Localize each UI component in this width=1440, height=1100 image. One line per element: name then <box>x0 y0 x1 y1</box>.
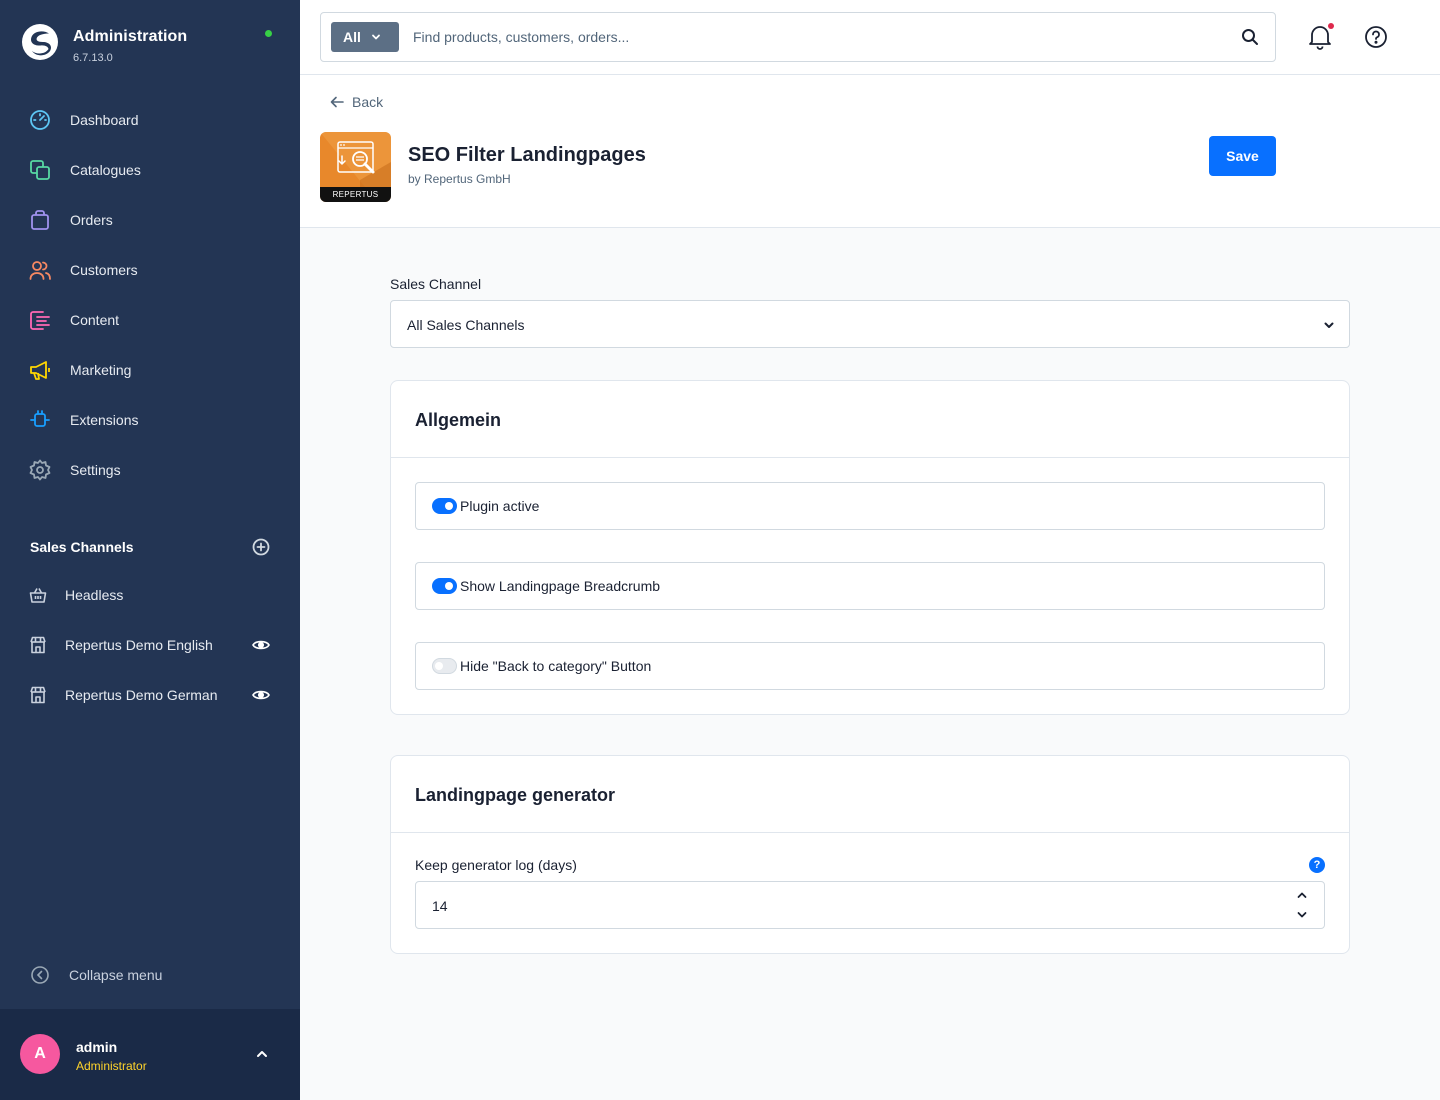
sales-channel-select-value: All Sales Channels <box>407 317 525 333</box>
brand[interactable]: Administration 6.7.13.0 <box>22 24 187 64</box>
plugin-icon: REPERTUS <box>320 132 391 202</box>
basket-icon <box>29 588 47 603</box>
card-divider <box>391 457 1349 458</box>
setting-hide-back-button: Hide "Back to category" Button <box>415 642 1325 690</box>
brand-title: Administration <box>73 28 188 45</box>
plugin-title: SEO Filter Landingpages <box>408 144 646 166</box>
nav-item-extensions[interactable]: Extensions <box>0 395 300 445</box>
search-type-label: All <box>343 29 361 45</box>
main-nav: Dashboard Catalogues Orders Customers Co… <box>0 95 300 495</box>
nav-item-orders[interactable]: Orders <box>0 195 300 245</box>
nav-item-settings[interactable]: Settings <box>0 445 300 495</box>
chevron-up-icon[interactable] <box>255 1047 269 1061</box>
marketing-icon <box>29 359 51 381</box>
user-menu[interactable]: A admin Administrator <box>0 1009 300 1100</box>
card-title: Landingpage generator <box>415 785 616 805</box>
nav-item-marketing[interactable]: Marketing <box>0 345 300 395</box>
global-search: All <box>320 12 1276 62</box>
user-role: Administrator <box>76 1059 147 1073</box>
notification-dot <box>1328 23 1334 29</box>
setting-label: Plugin active <box>460 498 540 514</box>
card-title: Allgemein <box>415 410 502 430</box>
sales-channel-list: Headless Repertus Demo English Repertus … <box>0 570 300 720</box>
nav-item-catalogues[interactable]: Catalogues <box>0 145 300 195</box>
keep-log-number-field <box>415 881 1325 929</box>
add-sales-channel-icon[interactable] <box>252 538 270 556</box>
arrow-left-icon <box>330 96 344 108</box>
nav-label: Dashboard <box>70 112 139 128</box>
sales-channel-label: Headless <box>65 587 124 603</box>
online-status-dot <box>265 30 272 37</box>
general-settings-card: Allgemein Plugin active Show Landingpage… <box>390 380 1350 715</box>
sales-channel-select-label: Sales Channel <box>390 276 482 292</box>
nav-label: Catalogues <box>70 162 141 178</box>
brand-version: 6.7.13.0 <box>73 52 113 64</box>
sales-channels-title: Sales Channels <box>30 539 134 555</box>
nav-label: Extensions <box>70 412 139 428</box>
content-icon <box>29 309 51 331</box>
nav-label: Customers <box>70 262 138 278</box>
sales-channel-label: Repertus Demo German <box>65 687 218 703</box>
help-tooltip-icon[interactable]: ? <box>1309 857 1325 873</box>
avatar: A <box>20 1034 60 1074</box>
page-header: Back REPERTUS SEO Filter Landingpages by… <box>300 75 1440 228</box>
keep-log-label: Keep generator log (days) <box>415 857 577 873</box>
eye-icon[interactable] <box>252 687 270 703</box>
orders-icon <box>29 209 51 231</box>
setting-plugin-active: Plugin active <box>415 482 1325 530</box>
collapse-menu-button[interactable]: Collapse menu <box>30 965 162 985</box>
plugin-active-toggle[interactable] <box>432 498 457 514</box>
nav-label: Settings <box>70 462 121 478</box>
top-bar: All <box>300 0 1440 75</box>
nav-item-content[interactable]: Content <box>0 295 300 345</box>
collapse-menu-label: Collapse menu <box>69 967 163 983</box>
nav-label: Marketing <box>70 362 132 378</box>
search-type-dropdown[interactable]: All <box>331 22 399 52</box>
storefront-icon <box>30 686 46 704</box>
nav-item-dashboard[interactable]: Dashboard <box>0 95 300 145</box>
setting-label: Hide "Back to category" Button <box>460 658 652 674</box>
help-icon[interactable] <box>1364 25 1388 49</box>
setting-show-breadcrumb: Show Landingpage Breadcrumb <box>415 562 1325 610</box>
nav-label: Content <box>70 312 120 328</box>
save-button[interactable]: Save <box>1209 136 1276 176</box>
search-icon[interactable] <box>1241 28 1259 46</box>
sales-channels-header: Sales Channels <box>30 538 270 556</box>
setting-label: Show Landingpage Breadcrumb <box>460 578 661 594</box>
landingpage-generator-card: Landingpage generator Keep generator log… <box>390 755 1350 954</box>
nav-label: Orders <box>70 212 113 228</box>
plugin-author: by Repertus GmbH <box>408 172 511 186</box>
show-breadcrumb-toggle[interactable] <box>432 578 457 594</box>
keep-log-input[interactable] <box>432 895 1232 917</box>
customers-icon <box>29 259 51 281</box>
plugin-icon-badge: REPERTUS <box>332 190 379 199</box>
chevron-down-icon <box>1324 322 1334 328</box>
chevron-down-icon <box>371 34 380 40</box>
chevron-up-icon[interactable] <box>1296 889 1308 901</box>
chevron-left-circle-icon <box>31 966 49 984</box>
sales-channel-select[interactable]: All Sales Channels <box>390 300 1350 348</box>
search-input[interactable] <box>413 25 1213 49</box>
hide-back-button-toggle[interactable] <box>432 658 457 674</box>
catalogues-icon <box>29 159 51 181</box>
storefront-icon <box>30 636 46 654</box>
shopware-logo-icon <box>22 24 58 60</box>
back-label: Back <box>352 94 384 110</box>
user-name: admin <box>76 1039 118 1055</box>
sidebar: Administration 6.7.13.0 Dashboard Catalo… <box>0 0 300 1100</box>
card-divider <box>391 832 1349 833</box>
sales-channel-repertus-demo-english[interactable]: Repertus Demo English <box>0 620 300 670</box>
sales-channel-headless[interactable]: Headless <box>0 570 300 620</box>
settings-icon <box>29 459 51 481</box>
dashboard-icon <box>29 109 51 131</box>
extensions-icon <box>29 409 51 431</box>
chevron-down-icon[interactable] <box>1296 909 1308 921</box>
sales-channel-label: Repertus Demo English <box>65 637 213 653</box>
sales-channel-repertus-demo-german[interactable]: Repertus Demo German <box>0 670 300 720</box>
nav-item-customers[interactable]: Customers <box>0 245 300 295</box>
back-link[interactable]: Back <box>330 94 383 110</box>
eye-icon[interactable] <box>252 637 270 653</box>
